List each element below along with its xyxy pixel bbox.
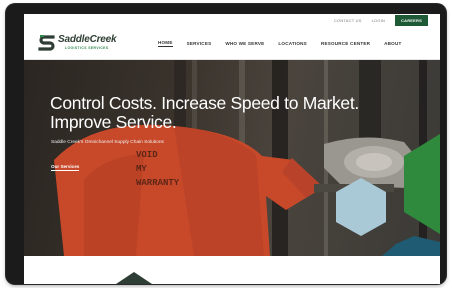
nav-item-home[interactable]: HOME [158,40,173,47]
nav-item-services[interactable]: SERVICES [187,41,212,46]
shirt-text-line: WARRANTY [136,178,180,188]
next-section [24,256,440,284]
nav-item-resource-center[interactable]: RESOURCE CENTER [321,41,370,46]
careers-button[interactable]: CAREERS [395,15,428,26]
shirt-text-line: VOID [136,150,158,160]
nav-item-about[interactable]: ABOUT [384,41,401,46]
hero-background-image [54,60,440,256]
section-divider-shape [116,272,152,284]
site-logo[interactable]: SaddleCreek LOGISTICS SERVICES [38,33,148,53]
hero-banner: VOID MY WARRANTY Control Costs. Increase… [24,60,440,256]
shirt-text-line: MY [136,164,147,174]
login-link[interactable]: LOGIN [372,18,385,23]
utility-bar: CONTACT US LOGIN CAREERS [24,14,440,27]
saddle-creek-logo-icon [38,35,55,51]
hero-headline: Control Costs. Increase Speed to Market.… [50,93,359,132]
main-navbar: SaddleCreek LOGISTICS SERVICES HOME SERV… [24,27,440,60]
device-frame: CONTACT US LOGIN CAREERS SaddleCreek LOG… [6,4,446,284]
nav-item-locations[interactable]: LOCATIONS [278,41,307,46]
logo-wordmark: SaddleCreek [58,34,117,45]
our-services-button[interactable]: Our Services [51,164,80,171]
hero-subheadline: Saddle Creek's Omnichannel Supply Chain … [51,140,164,145]
nav-item-who-we-serve[interactable]: WHO WE SERVE [225,41,264,46]
contact-us-link[interactable]: CONTACT US [334,18,362,23]
primary-nav: HOME SERVICES WHO WE SERVE LOCATIONS RES… [158,27,401,59]
logo-tagline: LOGISTICS SERVICES [65,46,109,50]
browser-viewport: CONTACT US LOGIN CAREERS SaddleCreek LOG… [24,14,440,284]
